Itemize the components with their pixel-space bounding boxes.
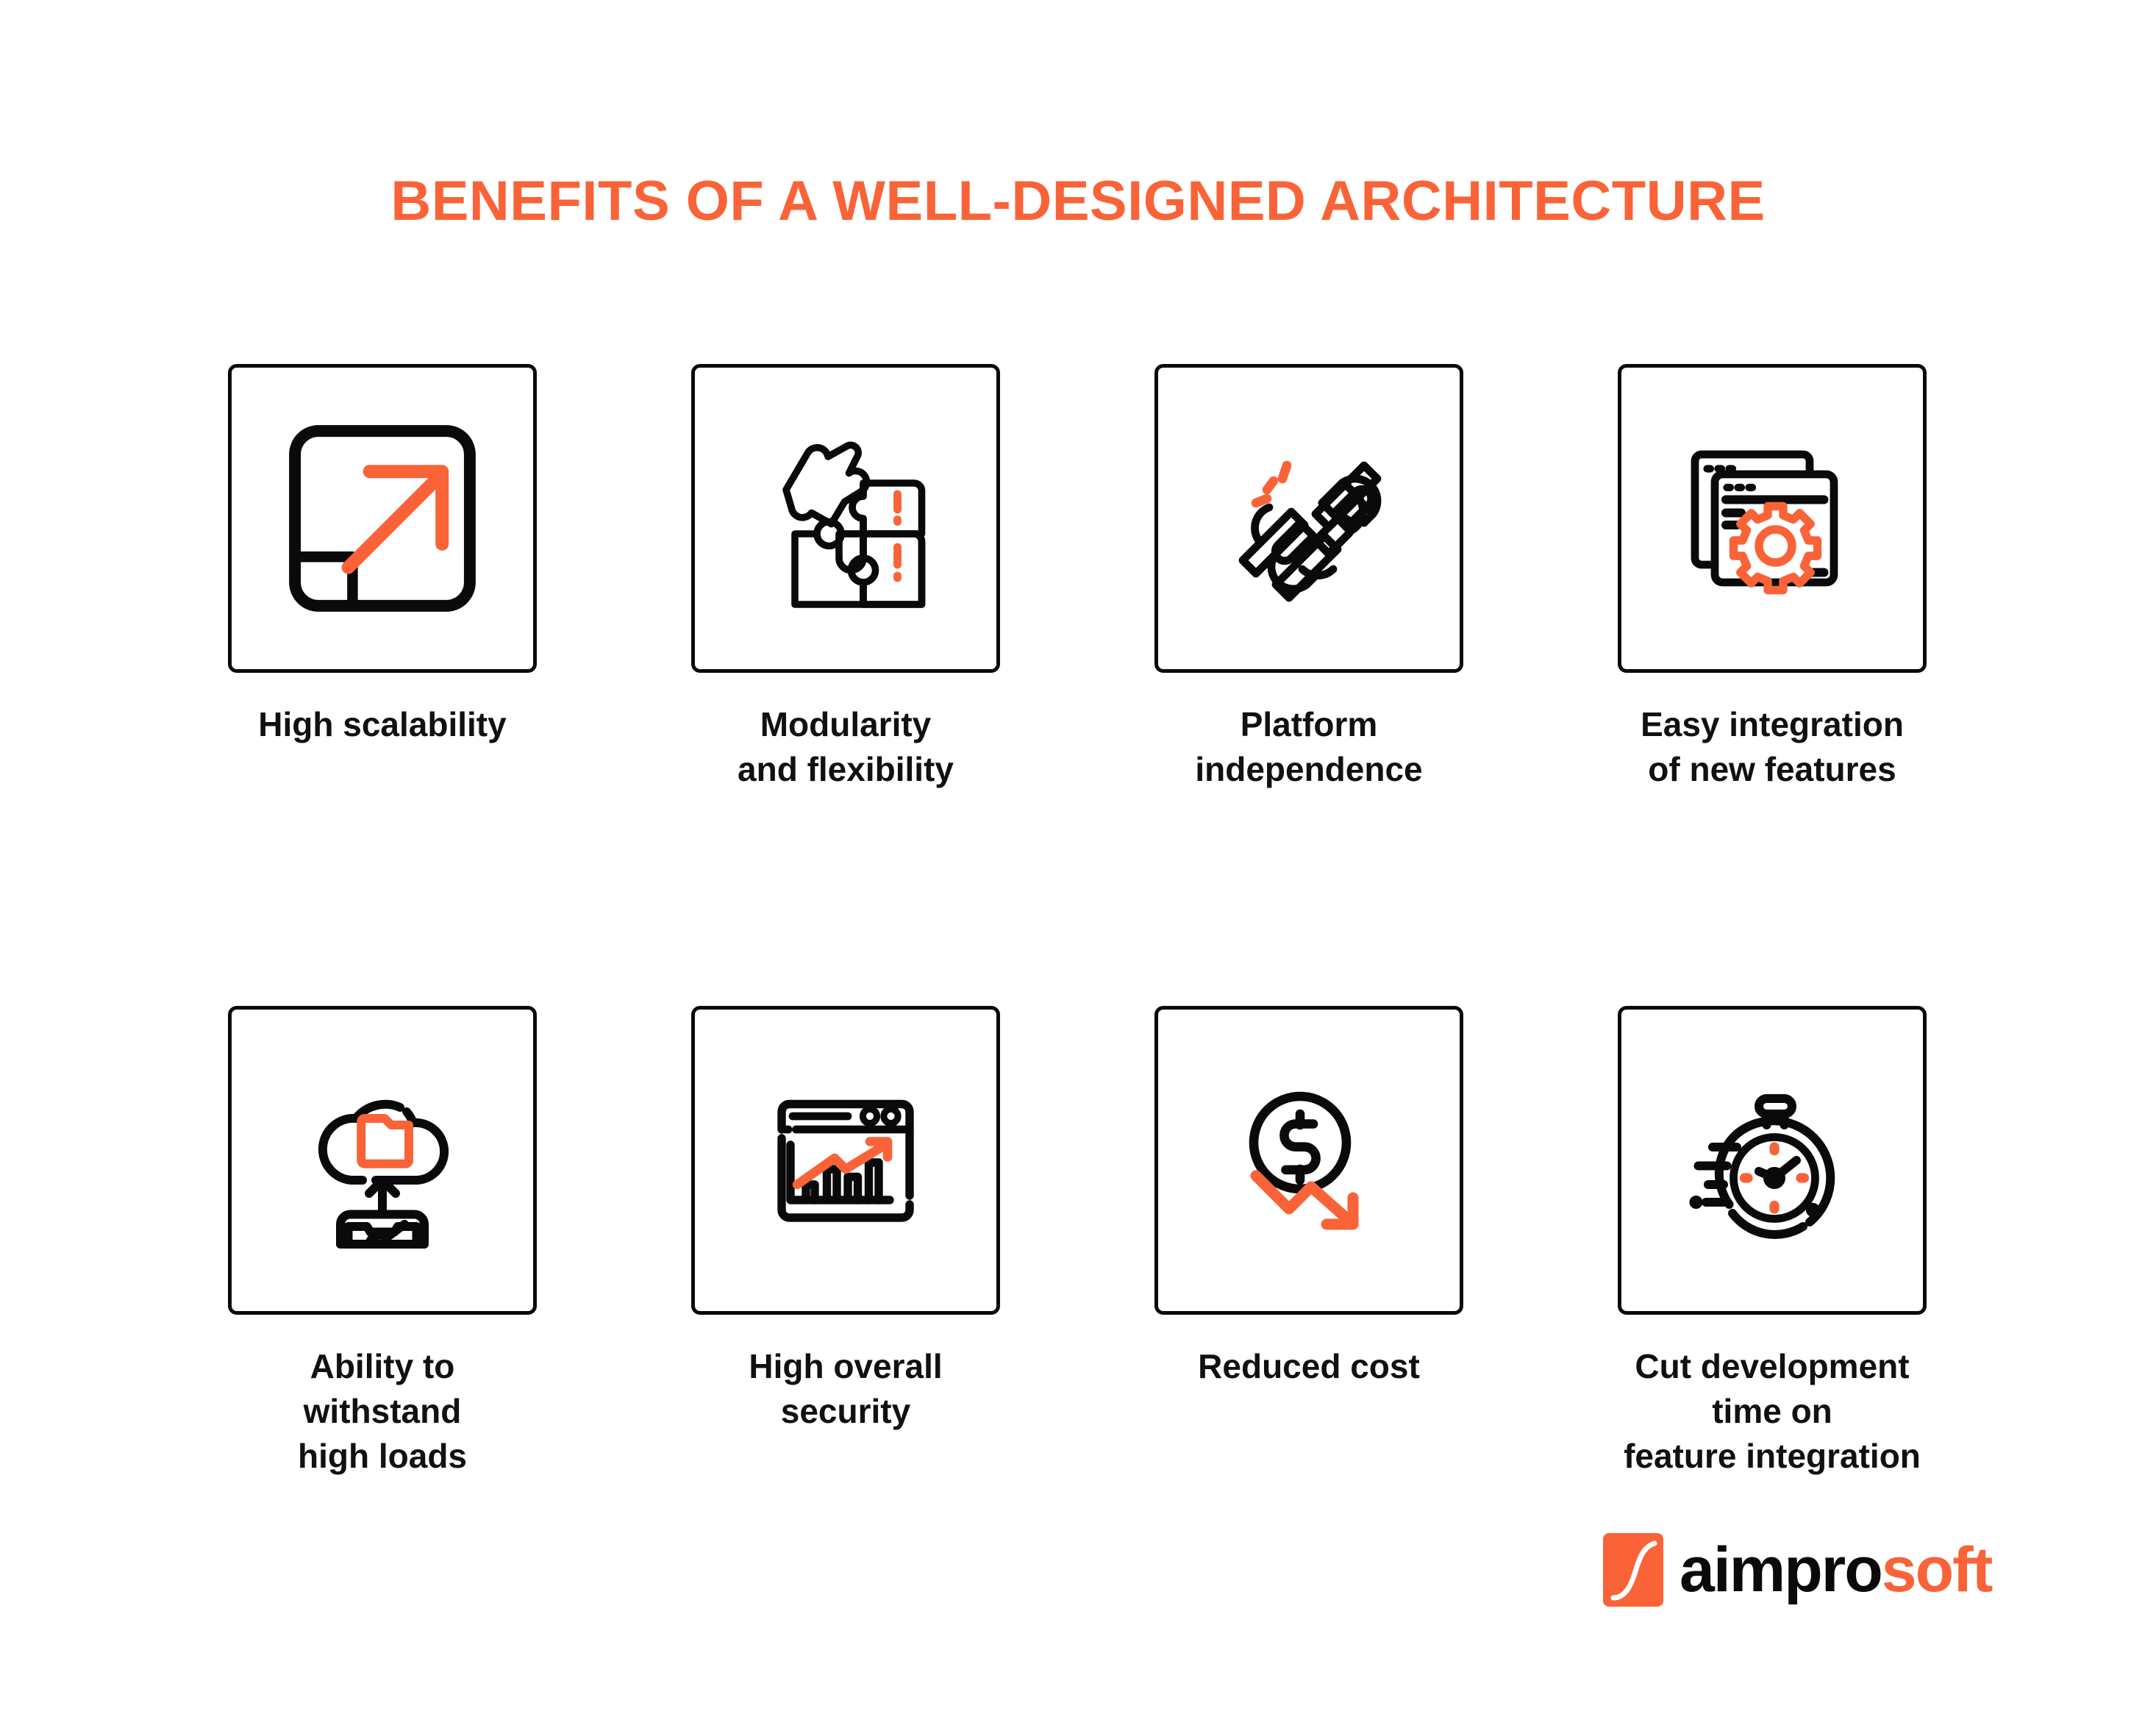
- icon-frame: [691, 1006, 1000, 1315]
- aimprosoft-s-curve-mark: [1603, 1533, 1663, 1607]
- logo-text-aimpro: aimpro: [1680, 1535, 1883, 1605]
- scalability-arrow-icon: [276, 412, 489, 625]
- icon-frame: [1154, 1006, 1463, 1315]
- benefit-label: Platform independence: [1195, 705, 1423, 788]
- icon-frame: [1154, 364, 1463, 673]
- logo-wordmark: aimprosoft: [1680, 1538, 1993, 1601]
- benefit-label: High overall security: [749, 1347, 943, 1431]
- benefit-label: Modularity and flexibility: [738, 705, 954, 788]
- logo-text-soft: soft: [1881, 1535, 1993, 1605]
- puzzle-pieces-icon: [735, 408, 956, 629]
- benefit-label: Cut development time on feature integrat…: [1624, 1347, 1921, 1475]
- benefits-grid: High scalability Modularity and flexibil…: [228, 364, 1928, 1479]
- icon-frame: [228, 1006, 537, 1315]
- benefit-label: Easy integration of new features: [1641, 705, 1904, 788]
- cloud-upload-server-icon: [272, 1050, 493, 1271]
- benefit-card-high-overall-security: High overall security: [691, 1006, 1000, 1478]
- benefit-label: Reduced cost: [1198, 1347, 1420, 1386]
- icon-frame: [228, 364, 537, 673]
- benefit-card-reduced-cost: Reduced cost: [1154, 1006, 1463, 1478]
- browser-windows-gear-icon: [1662, 408, 1882, 629]
- benefit-label: High scalability: [258, 705, 507, 743]
- icon-frame: [1618, 364, 1927, 673]
- benefit-card-cut-development-time: Cut development time on feature integrat…: [1618, 1006, 1927, 1478]
- benefit-card-platform-independence: Platform independence: [1154, 364, 1463, 791]
- benefit-card-modularity-and-flexibility: Modularity and flexibility: [691, 364, 1000, 791]
- infographic-page: BENEFITS OF A WELL-DESIGNED ARCHITECTURE…: [0, 0, 2156, 1714]
- benefit-card-easy-integration: Easy integration of new features: [1618, 364, 1927, 791]
- fast-stopwatch-icon: [1662, 1050, 1882, 1271]
- benefit-card-high-scalability: High scalability: [228, 364, 537, 791]
- icon-frame: [691, 364, 1000, 673]
- benefit-card-withstand-high-loads: Ability to withstand high loads: [228, 1006, 537, 1478]
- browser-bar-chart-icon: [735, 1050, 956, 1271]
- dollar-coin-down-arrow-icon: [1199, 1050, 1419, 1271]
- aimprosoft-logo: aimprosoft: [1603, 1533, 1993, 1607]
- page-title: BENEFITS OF A WELL-DESIGNED ARCHITECTURE: [390, 170, 1766, 232]
- benefit-label: Ability to withstand high loads: [298, 1347, 467, 1475]
- icon-frame: [1618, 1006, 1927, 1315]
- broken-chain-link-icon: [1199, 408, 1419, 629]
